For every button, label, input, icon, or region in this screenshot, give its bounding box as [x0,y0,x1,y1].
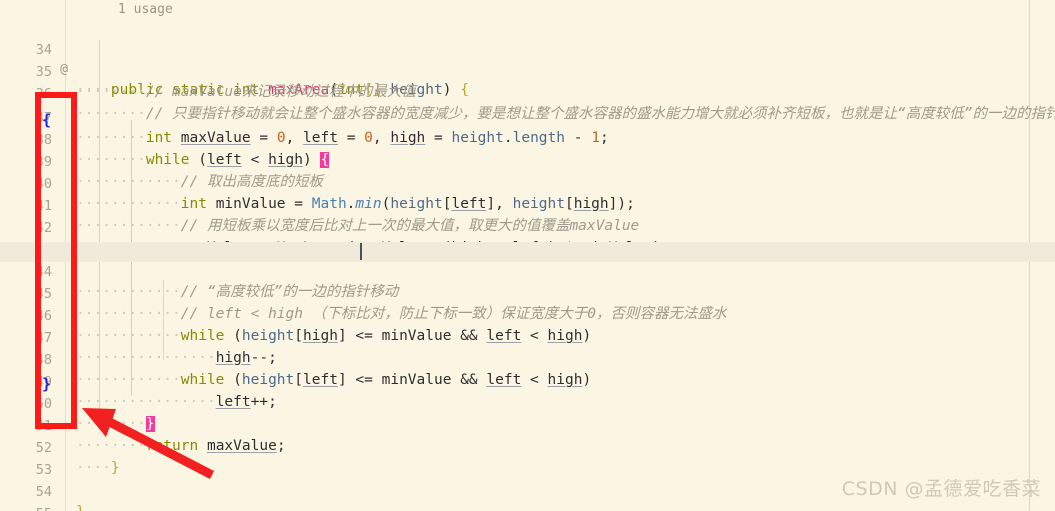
csdn-watermark: CSDN @孟德爱吃香菜 [841,478,1041,500]
code-line-50[interactable]: 50 ········} [0,374,1055,432]
code-line-51[interactable]: 51 ········return maxValue; [0,396,1055,454]
code-line-38[interactable]: 38 ········while (left < high) { [0,110,1055,168]
code-line-34[interactable]: 34 @ ····public static int maxArea(int[]… [0,20,1055,98]
code-line-45[interactable]: 45 ············// left < high （下标比对，防止下标… [0,264,1055,322]
text-caret [360,243,362,260]
code-line-42[interactable]: 42 ············maxValue = Math.max(maxVa… [0,198,1055,256]
code-line-44[interactable]: 44 ············// “高度较低”的一边的指针移动 [0,242,1055,300]
code-line-47[interactable]: 47 ················high--; [0,308,1055,366]
line-number[interactable]: 55 [0,504,52,511]
code-line-52[interactable]: 52 ····} [0,418,1055,476]
code-line-40[interactable]: 40 ············int minValue = Math.min(h… [0,154,1055,212]
code-line-39[interactable]: 39 ············// 取出高度底的短板 [0,132,1055,190]
code-line-35[interactable]: 35 ········// maxValue来记录移动过程中的最大值 [0,42,1055,100]
code-line-53[interactable]: 53 [0,440,1055,478]
code-line-46[interactable]: 46 ············while (height[high] <= mi… [0,286,1055,344]
code-line-49[interactable]: 49 ················left++; [0,352,1055,410]
code-line-48[interactable]: 48 ············while (height[left] <= mi… [0,330,1055,388]
code-line-36[interactable]: 36 ········// 只要指针移动就会让整个盛水容器的宽度减少，要是想让整… [0,64,1055,122]
gutter-brace-close[interactable]: } [42,374,51,394]
code-line-43[interactable]: 43 [0,220,1055,258]
gutter-brace-open[interactable]: { [42,110,51,130]
code-line-37[interactable]: 37 ········int maxValue = 0, left = 0, h… [0,88,1055,146]
usage-hint[interactable]: 1 usage [118,0,173,20]
code-line-41[interactable]: 41 ············// 用短板乘以宽度后比对上一次的最大值，取更大的… [0,176,1055,234]
code-editor[interactable]: 1 usage 34 @ ····public static int maxAr… [0,0,1055,511]
